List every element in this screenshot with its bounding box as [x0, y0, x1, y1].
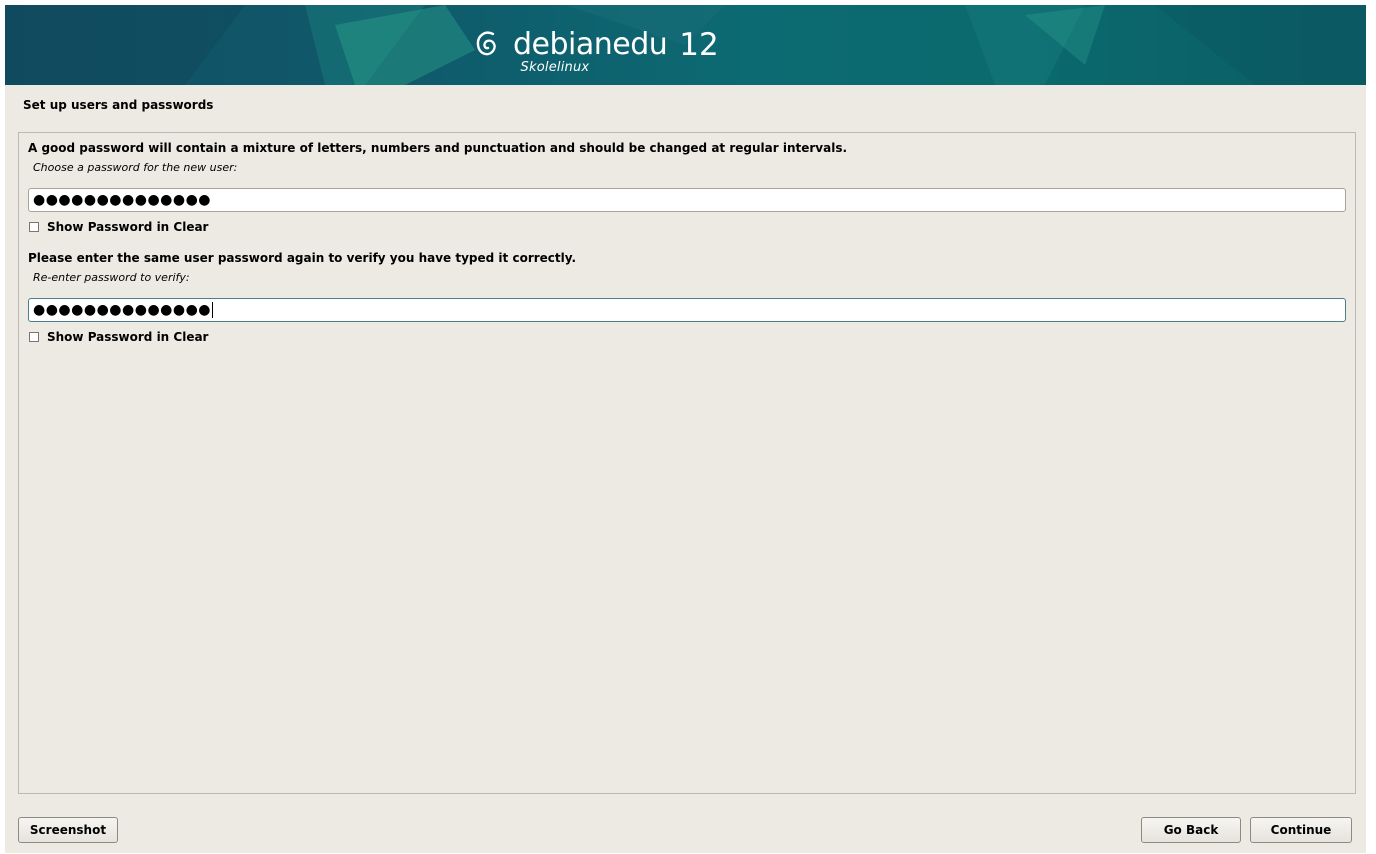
show-password-toggle-1[interactable]: Show Password in Clear: [29, 220, 208, 234]
form-panel: A good password will contain a mixture o…: [18, 132, 1356, 794]
show-password-label-2: Show Password in Clear: [47, 330, 209, 344]
header-banner: debianedu Skolelinux 12: [5, 5, 1366, 85]
verify-password-input[interactable]: ●●●●●●●●●●●●●●: [28, 298, 1346, 322]
debian-swirl-icon: [476, 31, 496, 56]
password-input[interactable]: ●●●●●●●●●●●●●●: [28, 188, 1346, 212]
brand-name: debianedu: [513, 27, 668, 62]
installer-window: debianedu Skolelinux 12 Set up users and…: [5, 5, 1366, 853]
show-password-checkbox-1[interactable]: [29, 222, 39, 232]
show-password-toggle-2[interactable]: Show Password in Clear: [29, 330, 208, 344]
screenshot-button[interactable]: Screenshot: [18, 817, 118, 843]
verify-password-value: ●●●●●●●●●●●●●●: [33, 302, 212, 318]
password-value: ●●●●●●●●●●●●●●: [33, 192, 212, 208]
password-prompt: Choose a password for the new user:: [33, 161, 238, 174]
go-back-button[interactable]: Go Back: [1141, 817, 1241, 843]
text-cursor: [212, 302, 214, 318]
page-title: Set up users and passwords: [23, 98, 214, 112]
verify-prompt: Re-enter password to verify:: [33, 271, 190, 284]
show-password-checkbox-2[interactable]: [29, 332, 39, 342]
brand-subtitle: Skolelinux: [520, 60, 590, 75]
show-password-label-1: Show Password in Clear: [47, 220, 209, 234]
debian-edu-logo: debianedu Skolelinux 12: [473, 17, 719, 75]
verify-instructions-text: Please enter the same user password agai…: [28, 251, 577, 265]
brand-wordmark: debianedu Skolelinux: [513, 27, 668, 75]
password-advice-text: A good password will contain a mixture o…: [28, 141, 848, 155]
brand-version: 12: [679, 27, 719, 63]
continue-button[interactable]: Continue: [1250, 817, 1352, 843]
